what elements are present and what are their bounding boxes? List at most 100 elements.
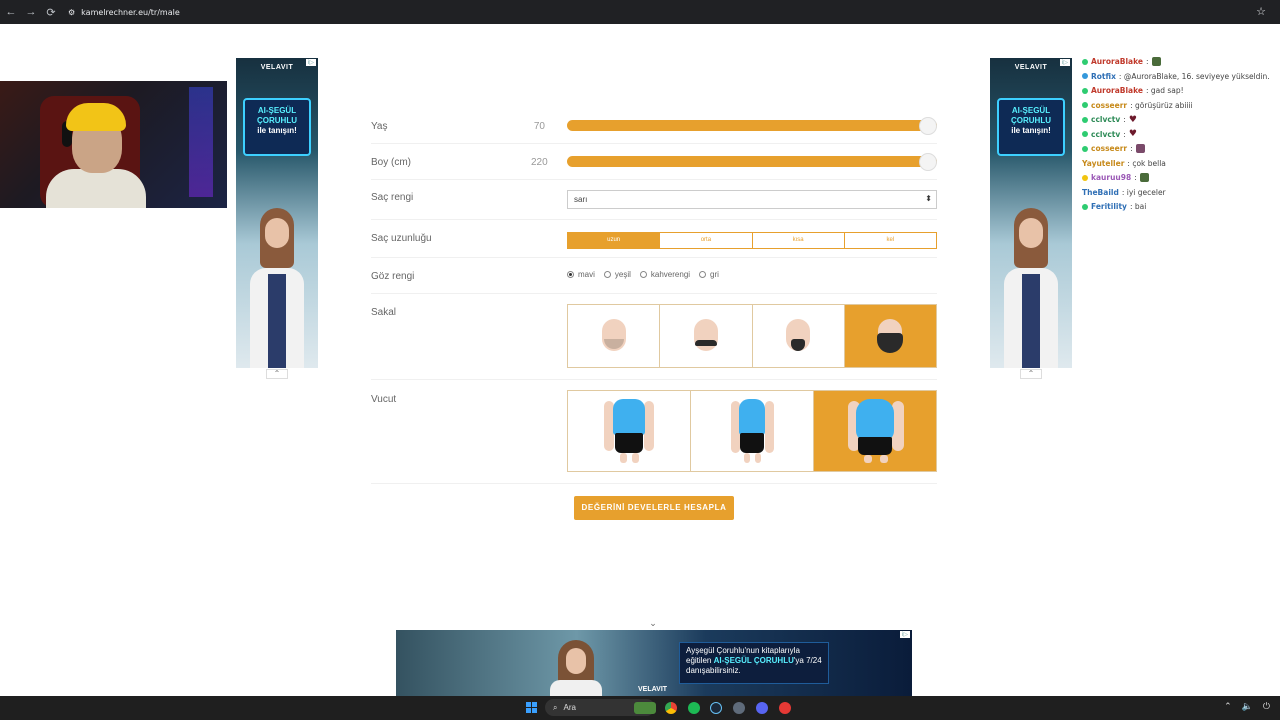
body-label: Vucut [371,394,397,405]
eye-color-label: Göz rengi [371,271,415,282]
ad-brand: VELAVIT [638,686,668,693]
radio-icon[interactable] [699,271,707,278]
spotify-icon[interactable] [688,702,700,714]
heart-emote-icon: ♥ [1128,129,1137,140]
system-tray: ⌃ 🔈 ⏻ [1224,701,1270,712]
left-ad-collapse-icon[interactable]: ⌃ [266,369,288,379]
chat-badge-icon [1082,116,1088,123]
chat-badge-icon [1082,145,1088,152]
body-option-average[interactable] [690,391,813,471]
ad-line-2: ÇORUHLU [1011,116,1051,125]
settings-icon[interactable] [733,702,745,714]
app-icon[interactable] [779,702,791,714]
age-slider-thumb[interactable] [919,117,937,135]
chat-message: AuroraBlake : [1082,55,1280,70]
chat-emote-icon [1135,144,1145,154]
height-slider[interactable] [567,153,937,171]
hair-length-label: Saç uzunluğu [371,233,432,244]
chat-message: cosseerr : görüşürüz abiiii [1082,98,1280,113]
chat-message: TheBaild : iyi geceler [1082,187,1166,197]
body-options [567,390,937,472]
body-option-heavy[interactable] [813,391,936,471]
chat-badge-icon [1082,58,1088,65]
webcam-person-body [46,169,146,208]
beard-option-stubble[interactable] [568,305,660,367]
browser-toolbar: ← → ⟳ ⚙ kamelrechner.eu/tr/male ☆ [0,0,1280,24]
hair-color-select[interactable]: sarı ⬍ [567,190,937,209]
camel-calculator-form: Yaş 70 Boy (cm) 220 Saç rengi sarı ⬍ Saç… [371,107,937,484]
right-ad-collapse-icon[interactable]: ⌃ [1020,369,1042,379]
reload-icon[interactable]: ⟳ [42,3,60,21]
bookmark-star-icon[interactable]: ☆ [1256,5,1266,18]
radio-selected-icon[interactable] [567,271,574,278]
age-row: Yaş 70 [371,107,937,144]
chat-badge-icon [1082,131,1088,138]
chat-badge-icon [1082,203,1088,210]
right-ad-banner[interactable]: i▷ VELAVIT AI-ŞEGÜL ÇORUHLU ile tanışın! [990,58,1072,368]
eye-color-option-gray[interactable]: gri [699,270,719,279]
beard-option-mustache[interactable] [659,305,752,367]
hair-color-row: Saç rengi sarı ⬍ [371,180,937,220]
eye-color-row: Göz rengi mavi yeşil kahverengi gri [371,258,937,294]
tray-chevron-icon[interactable]: ⌃ [1224,701,1232,712]
power-icon[interactable]: ⏻ [1263,701,1270,712]
chat-message: AuroraBlake : gad sap! [1082,84,1280,99]
widgets-icon[interactable] [634,702,656,714]
body-row: Vucut [371,380,937,484]
ad-person-image [250,208,304,368]
beard-option-goatee[interactable] [751,305,844,367]
radio-icon[interactable] [639,271,647,278]
steam-icon[interactable] [710,702,722,714]
site-info-icon[interactable]: ⚙ [68,8,75,17]
chat-message: cosseerr : [1082,142,1280,157]
chat-badge-icon [1082,87,1088,94]
eye-color-radio-group: mavi yeşil kahverengi gri [567,270,719,279]
eye-color-option-green[interactable]: yeşil [603,270,631,279]
volume-icon[interactable]: 🔈 [1242,701,1253,712]
hair-length-option-long[interactable]: uzun [568,233,660,248]
hair-length-option-bald[interactable]: kel [843,233,936,248]
chat-badge-icon [1082,102,1088,109]
chat-emote-icon [1139,173,1149,183]
height-label: Boy (cm) [371,157,411,168]
bottom-ad-collapse-icon[interactable]: ⌄ [642,617,664,629]
chrome-icon[interactable] [665,702,677,714]
age-label: Yaş [371,121,388,132]
url-text: kamelrechner.eu/tr/male [81,7,180,17]
body-option-slim[interactable] [568,391,690,471]
select-chevron-icon: ⬍ [925,194,932,203]
ad-brand: VELAVIT [260,64,294,71]
chat-message: Yayuteller : çok bella [1082,158,1166,168]
webcam-background-light [189,87,213,197]
ad-line-1: AI-ŞEGÜL [1011,106,1051,115]
chat-message: cclvctv : ♥ [1082,127,1280,142]
windows-start-icon[interactable] [526,702,537,713]
ad-choices-icon[interactable]: i▷ [900,631,910,638]
back-icon[interactable]: ← [2,3,20,21]
ad-person-image [1004,208,1058,368]
age-slider[interactable] [567,117,937,135]
forward-icon[interactable]: → [22,3,40,21]
calculate-button[interactable]: DEĞERİNİ DEVELERLE HESAPLA [574,496,734,520]
taskbar-search-placeholder: Ara [563,703,576,712]
bottom-ad-banner[interactable]: i▷ Ayşegül Çoruhlu'nun kitaplarıyla eğit… [396,630,912,696]
left-ad-banner[interactable]: i▷ VELAVIT AI-ŞEGÜL ÇORUHLU ile tanışın! [236,58,318,368]
ad-tagline: Ayşegül Çoruhlu'nun kitaplarıyla eğitile… [679,642,829,684]
hair-length-segmented: uzun orta kısa kel [567,232,937,249]
eye-color-option-blue[interactable]: mavi [567,270,595,279]
hair-color-label: Saç rengi [371,192,414,203]
chat-badge-icon [1082,73,1088,80]
discord-icon[interactable] [756,702,768,714]
hair-length-option-medium[interactable]: orta [659,233,752,248]
ad-line-3: ile tanışın! [257,126,297,135]
mustache-icon [693,319,718,351]
address-bar[interactable]: ⚙ kamelrechner.eu/tr/male [68,8,180,17]
ad-headline-box: AI-ŞEGÜL ÇORUHLU ile tanışın! [243,98,311,156]
hair-color-selected: sarı [574,195,588,204]
height-slider-thumb[interactable] [919,153,937,171]
radio-icon[interactable] [603,271,611,278]
beard-option-full[interactable] [843,305,936,367]
hair-length-option-short[interactable]: kısa [751,233,844,248]
ad-line-3: ile tanışın! [1011,126,1051,135]
eye-color-option-brown[interactable]: kahverengi [639,270,690,279]
